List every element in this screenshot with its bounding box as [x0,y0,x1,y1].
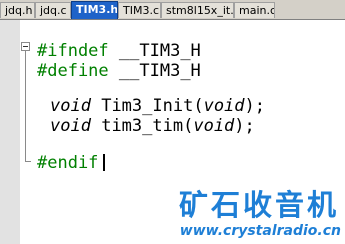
watermark-logo: 矿石收音机 [178,188,339,222]
tab-stm8l15x-it-c[interactable]: stm8l15x_it.c [161,2,234,18]
code-line-tim3-tim: void tim3_tim(void); [50,116,255,136]
watermark: 矿石收音机 www.crystalradio.cn [176,182,345,244]
tab-label: jdq.c [40,4,67,17]
code-line-define: #define __TIM3_H [37,61,201,81]
paren-close: ); [234,116,255,136]
macro-name: __TIM3_H [118,41,201,61]
editor-gutter [0,20,20,244]
tab-label: stm8l15x_it.c [166,4,234,17]
paren-open: ( [193,96,204,116]
tab-jdq-c[interactable]: jdq.c [35,2,71,18]
file-tab-bar: jdq.h jdq.c TIM3.h TIM3.c stm8l15x_it.c … [0,0,345,20]
preprocessor-keyword: #ifndef [37,41,109,61]
code-line-tim3-init: void Tim3_Init(void); [50,96,265,116]
param-type: void [193,116,235,136]
tab-tim3-c[interactable]: TIM3.c [118,2,161,18]
fold-guide [25,48,26,162]
param-type: void [203,96,245,116]
tab-label: main.c [239,4,275,17]
code-line-ifndef: #ifndef __TIM3_H [37,41,201,61]
paren-close: ); [244,96,266,116]
type-keyword: void [50,96,91,116]
preprocessor-keyword: #define [37,61,109,81]
watermark-url: www.crystalradio.cn [179,223,341,239]
text-cursor [103,154,106,171]
tab-jdq-h[interactable]: jdq.h [0,2,35,18]
tab-main-c[interactable]: main.c [234,2,275,18]
code-line-endif: #endif [37,153,106,173]
fold-toggle-icon[interactable] [21,42,30,51]
tab-label: TIM3.h [76,3,118,16]
paren-open: ( [183,116,194,136]
type-keyword: void [50,116,91,136]
macro-name: __TIM3_H [118,61,201,81]
tab-tim3-h[interactable]: TIM3.h [71,1,118,19]
tab-label: TIM3.c [123,4,159,17]
preprocessor-keyword: #endif [37,153,99,173]
tab-label: jdq.h [5,4,33,17]
function-name: tim3_tim [101,116,184,136]
function-name: Tim3_Init [101,96,194,116]
fold-guide-end [25,161,31,162]
